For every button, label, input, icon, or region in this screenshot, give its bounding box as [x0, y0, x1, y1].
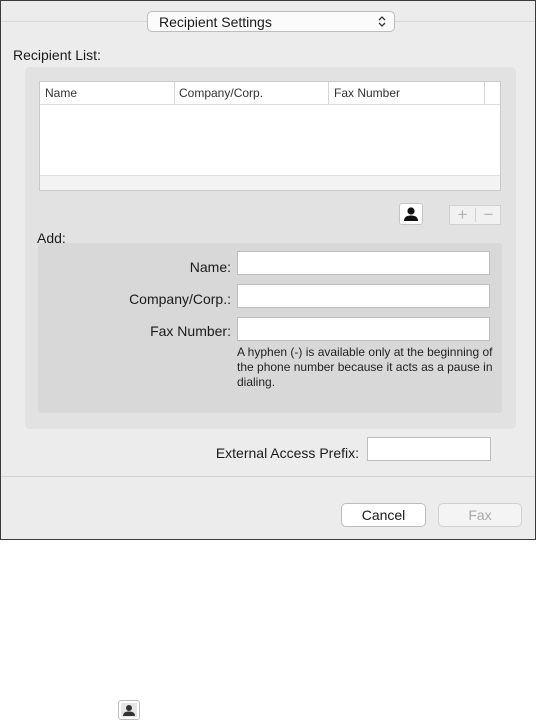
fax-recipient-dialog: Recipient Settings Recipient List: Name … [0, 0, 536, 540]
recipient-list-title: Recipient List: [13, 47, 101, 63]
up-down-chevron-icon [376, 12, 388, 34]
column-separator [328, 82, 329, 104]
table-horizontal-scrollbar[interactable] [40, 175, 500, 190]
cancel-button[interactable]: Cancel [341, 503, 426, 527]
column-header-name[interactable]: Name [45, 86, 77, 100]
company-label: Company/Corp.: [129, 291, 231, 307]
column-separator [174, 82, 175, 104]
person-icon [400, 204, 422, 229]
hyphen-note: A hyphen (-) is available only at the be… [237, 345, 493, 389]
remove-recipient-button[interactable]: − [476, 205, 501, 225]
external-access-prefix-field[interactable] [367, 437, 491, 461]
name-label: Name: [189, 259, 231, 275]
table-header: Name Company/Corp. Fax Number [40, 82, 500, 105]
add-recipient-button[interactable]: + [450, 205, 475, 225]
company-field[interactable] [237, 284, 490, 308]
address-book-button[interactable] [399, 203, 423, 225]
external-access-prefix-label: External Access Prefix: [215, 445, 359, 461]
recipient-settings-popup[interactable]: Recipient Settings [147, 11, 395, 32]
column-header-fax-number[interactable]: Fax Number [334, 86, 400, 100]
fax-number-label: Fax Number: [150, 323, 231, 339]
recipient-table[interactable]: Name Company/Corp. Fax Number [39, 81, 501, 191]
popup-label: Recipient Settings [159, 14, 272, 30]
address-book-icon-sample [118, 700, 140, 720]
person-icon [119, 701, 139, 724]
add-remove-control: + − [449, 205, 501, 225]
name-field[interactable] [237, 251, 490, 275]
column-separator [484, 82, 485, 104]
bottom-divider [1, 476, 535, 477]
fax-number-field[interactable] [237, 317, 490, 341]
fax-button[interactable]: Fax [438, 503, 522, 527]
column-header-company[interactable]: Company/Corp. [179, 86, 263, 100]
